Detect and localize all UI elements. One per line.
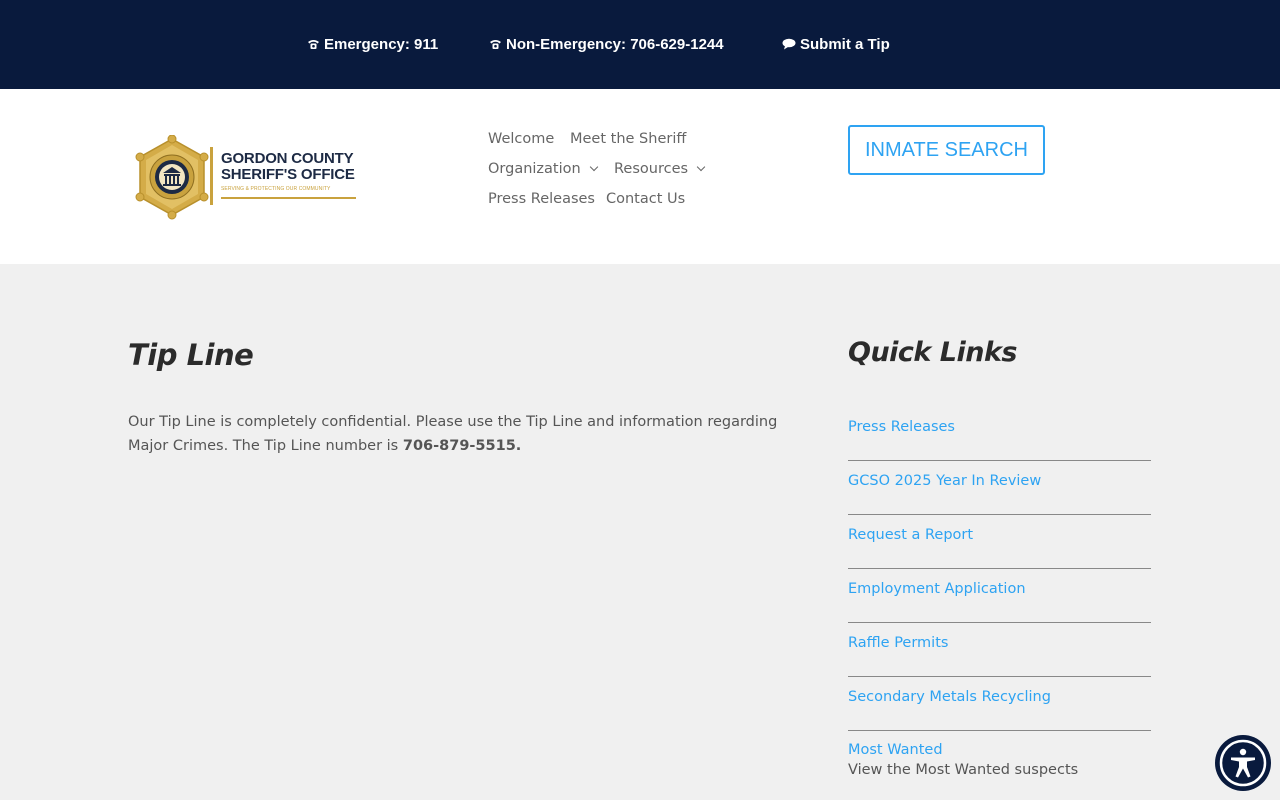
site-header: GORDON COUNTY SHERIFF'S OFFICE SERVING &… (0, 89, 1280, 264)
list-item: Most Wanted View the Most Wanted suspect… (848, 731, 1151, 785)
nav-contact-label: Contact Us (606, 191, 686, 207)
tip-line-number: 706-879-5515. (402, 438, 522, 454)
nav-welcome[interactable]: Welcome (488, 131, 554, 147)
list-item: Secondary Metals Recycling (848, 677, 1151, 731)
nav-resources-label: Resources (614, 161, 689, 177)
nav-welcome-label: Welcome (488, 131, 555, 147)
quick-link-raffle-permits[interactable]: Raffle Permits (848, 635, 1151, 651)
nav-press-releases[interactable]: Press Releases (488, 191, 595, 207)
quick-link-most-wanted[interactable]: Most Wanted (848, 742, 1151, 758)
quick-link-press-releases[interactable]: Press Releases (848, 419, 1151, 435)
nav-organization-label: Organization (488, 161, 581, 177)
non-emergency-link[interactable]: Non-Emergency: 706-629-1244 (488, 35, 724, 53)
phone-icon (488, 37, 502, 51)
logo-text: GORDON COUNTY SHERIFF'S OFFICE SERVING &… (221, 151, 369, 199)
nav-contact[interactable]: Contact Us (606, 191, 685, 207)
phone-icon (306, 37, 320, 51)
accessibility-icon (1219, 739, 1267, 787)
nav-press-label: Press Releases (488, 191, 595, 207)
nav-meet-sheriff[interactable]: Meet the Sheriff (570, 131, 686, 147)
site-logo[interactable]: GORDON COUNTY SHERIFF'S OFFICE SERVING &… (130, 135, 370, 225)
submit-tip-label: Submit a Tip (800, 35, 890, 53)
logo-tagline: SERVING & PROTECTING OUR COMMUNITY (221, 186, 331, 192)
top-contact-bar: Emergency: 911 Non-Emergency: 706-629-12… (0, 0, 1280, 89)
list-item: Press Releases (848, 407, 1151, 461)
quick-link-year-in-review[interactable]: GCSO 2025 Year In Review (848, 473, 1151, 489)
submit-tip-link[interactable]: Submit a Tip (782, 35, 890, 53)
sheriff-badge-icon (135, 135, 209, 220)
nav-organization[interactable]: Organization (488, 161, 598, 177)
quick-link-employment[interactable]: Employment Application (848, 581, 1151, 597)
chat-bubble-icon (782, 37, 796, 51)
emergency-label: Emergency: 911 (324, 35, 439, 53)
chevron-down-icon (589, 162, 598, 172)
non-emergency-label: Non-Emergency: 706-629-1244 (506, 35, 724, 53)
page-title: Tip Line (128, 338, 254, 372)
logo-underline (221, 197, 356, 199)
nav-meet-sheriff-label: Meet the Sheriff (570, 131, 687, 147)
quick-link-metals-recycling[interactable]: Secondary Metals Recycling (848, 689, 1151, 705)
quick-link-request-report[interactable]: Request a Report (848, 527, 1151, 543)
logo-divider (210, 147, 213, 205)
chevron-down-icon (696, 162, 706, 172)
most-wanted-description: View the Most Wanted suspects (848, 762, 1079, 778)
tip-line-description: Our Tip Line is completely confidential.… (128, 410, 788, 458)
logo-line1: GORDON COUNTY (221, 150, 354, 167)
emergency-link[interactable]: Emergency: 911 (306, 35, 438, 53)
inmate-search-button[interactable]: INMATE SEARCH (848, 125, 1045, 175)
list-item: Employment Application (848, 569, 1151, 623)
logo-line2: SHERIFF'S OFFICE (221, 166, 355, 183)
accessibility-button[interactable] (1215, 735, 1271, 791)
quick-links-title: Quick Links (848, 337, 1018, 368)
list-item: GCSO 2025 Year In Review (848, 461, 1151, 515)
list-item: Request a Report (848, 515, 1151, 569)
list-item: Raffle Permits (848, 623, 1151, 677)
nav-resources[interactable]: Resources (614, 161, 706, 177)
quick-links-list: Press Releases GCSO 2025 Year In Review … (848, 407, 1151, 785)
